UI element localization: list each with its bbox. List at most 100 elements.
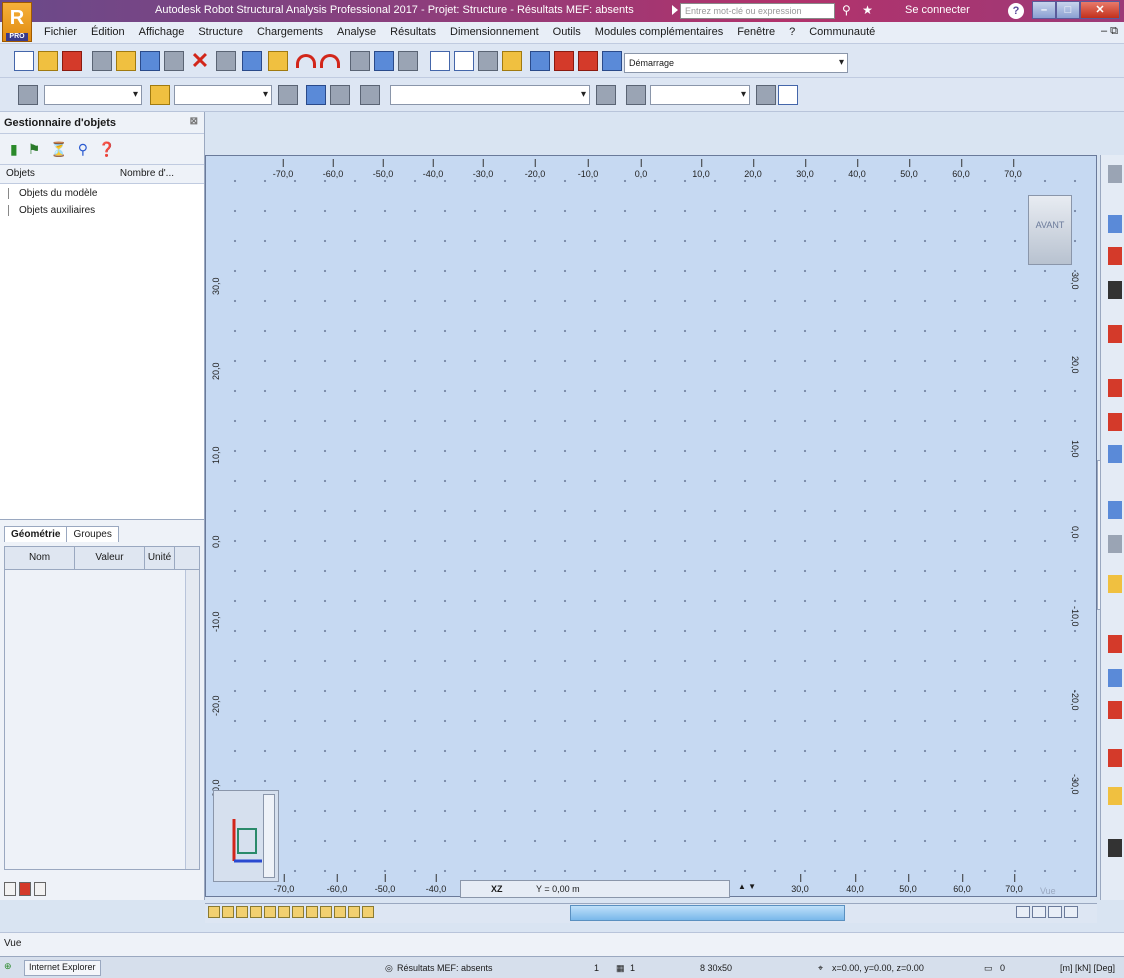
cut-icon[interactable]: [216, 51, 236, 71]
screen-capture-icon[interactable]: [140, 51, 160, 71]
view-option-icon[interactable]: [1064, 906, 1078, 918]
load-case-select[interactable]: [174, 85, 272, 105]
properties-icon[interactable]: [278, 85, 298, 105]
view-tool-icon[interactable]: [362, 906, 374, 918]
app-logo[interactable]: R PRO: [2, 2, 32, 42]
horizontal-scrollbar[interactable]: [570, 905, 845, 921]
plane-position[interactable]: Y = 0,00 m: [536, 884, 580, 894]
design-icon[interactable]: [1108, 787, 1122, 805]
binoculars-icon[interactable]: ⚲ ★: [842, 3, 877, 17]
view-icon[interactable]: [306, 85, 326, 105]
supports-icon[interactable]: [1108, 325, 1122, 343]
gizmo-scrollbar[interactable]: [263, 794, 275, 878]
menu-dimensionnement[interactable]: Dimensionnement: [450, 26, 539, 38]
layouts-icon[interactable]: [602, 51, 622, 71]
menu-chargements[interactable]: Chargements: [257, 26, 323, 38]
selection-select[interactable]: [44, 85, 142, 105]
materials-icon[interactable]: [1108, 413, 1122, 431]
view-tool-icon[interactable]: [292, 906, 304, 918]
delete-icon[interactable]: ✕: [190, 50, 210, 72]
menu-outils[interactable]: Outils: [553, 26, 581, 38]
display-icon[interactable]: [530, 51, 550, 71]
copy-icon[interactable]: [242, 51, 262, 71]
menu-analyse[interactable]: Analyse: [337, 26, 376, 38]
print-preview-icon[interactable]: [116, 51, 136, 71]
view-option-icon[interactable]: [1016, 906, 1030, 918]
open-file-icon[interactable]: [38, 51, 58, 71]
page-icon[interactable]: [4, 882, 16, 896]
view-tool-icon[interactable]: [250, 906, 262, 918]
sign-in-button[interactable]: Se connecter: [905, 4, 970, 16]
menu-fichier[interactable]: Fichier: [44, 26, 77, 38]
menu-resultats[interactable]: Résultats: [390, 26, 436, 38]
col-count[interactable]: Nombre d'...: [120, 168, 174, 183]
view-tool-icon[interactable]: [208, 906, 220, 918]
thickness-icon[interactable]: [1108, 535, 1122, 553]
print-composition-icon[interactable]: [164, 51, 184, 71]
save-icon[interactable]: [62, 51, 82, 71]
col-valeur[interactable]: Valeur: [75, 547, 145, 569]
paste-icon[interactable]: [268, 51, 288, 71]
pan-icon[interactable]: [478, 51, 498, 71]
graphic-view[interactable]: [205, 155, 1097, 897]
menu-communaute[interactable]: Communauté: [809, 26, 875, 38]
mdi-restore-icon[interactable]: – ⧉: [1101, 25, 1118, 38]
loads-icon[interactable]: [1108, 635, 1122, 653]
line-icon[interactable]: [1108, 281, 1122, 299]
rotate-icon[interactable]: [756, 85, 776, 105]
view-tool-icon[interactable]: [222, 906, 234, 918]
nodes-icon[interactable]: [1108, 215, 1122, 233]
analysis-icon[interactable]: [1108, 701, 1122, 719]
menu-fenetre[interactable]: Fenêtre: [737, 26, 775, 38]
view-option-icon[interactable]: [1032, 906, 1046, 918]
structure-icon[interactable]: ▮: [10, 141, 18, 158]
tree-item-model-objects[interactable]: Objets du modèle: [8, 188, 204, 199]
select-objects-icon[interactable]: ⏳: [50, 141, 67, 158]
help-button[interactable]: ?: [1008, 3, 1024, 19]
minimize-button[interactable]: –: [1032, 1, 1056, 19]
view-tool-icon[interactable]: [348, 906, 360, 918]
sections-icon[interactable]: [1108, 379, 1122, 397]
search-input[interactable]: Entrez mot-clé ou expression: [680, 3, 835, 19]
bars-icon[interactable]: [1108, 247, 1122, 265]
lock-icon[interactable]: [398, 51, 418, 71]
menu-help[interactable]: ?: [789, 26, 795, 38]
status-units[interactable]: [m] [kN] [Deg]: [1060, 963, 1115, 973]
menu-modules[interactable]: Modules complémentaires: [595, 26, 723, 38]
zoom-icon[interactable]: [430, 51, 450, 71]
results-icon[interactable]: [554, 51, 574, 71]
releases-icon[interactable]: [1108, 445, 1122, 463]
view-tool-icon[interactable]: [278, 906, 290, 918]
mesh-icon[interactable]: [1108, 575, 1122, 593]
help-icon[interactable]: ❓: [98, 141, 115, 158]
layout-select[interactable]: Démarrage: [624, 53, 848, 73]
export-icon[interactable]: [1108, 839, 1122, 857]
view-tool-icon[interactable]: [236, 906, 248, 918]
view-option-icon[interactable]: [1048, 906, 1062, 918]
col-nom[interactable]: Nom: [5, 547, 75, 569]
search-icon[interactable]: ⚲: [78, 141, 88, 158]
structure-type-icon[interactable]: [18, 85, 38, 105]
cases-icon[interactable]: [150, 85, 170, 105]
tables-icon[interactable]: [1108, 669, 1122, 687]
filter-icon[interactable]: [502, 51, 522, 71]
view-tool-icon[interactable]: [334, 906, 346, 918]
globe-icon[interactable]: ⊕: [4, 961, 12, 972]
zoom-window-icon[interactable]: [454, 51, 474, 71]
menu-edition[interactable]: Édition: [91, 26, 125, 38]
view-3d-icon[interactable]: [1108, 165, 1122, 183]
panels-icon[interactable]: [1108, 501, 1122, 519]
calculations-icon[interactable]: [374, 51, 394, 71]
bar-selection-icon[interactable]: [626, 85, 646, 105]
filter-objects-icon[interactable]: ⚑: [28, 141, 41, 158]
view-tool-icon[interactable]: [264, 906, 276, 918]
node-selection-select[interactable]: [390, 85, 590, 105]
search-expand-icon[interactable]: [672, 5, 678, 15]
split-icon[interactable]: [778, 85, 798, 105]
internet-explorer-button[interactable]: Internet Explorer: [24, 960, 101, 976]
redo-icon[interactable]: [320, 54, 340, 68]
tree-item-auxiliary-objects[interactable]: Objets auxiliaires: [8, 205, 204, 216]
bar-selection-select[interactable]: [650, 85, 750, 105]
view-tool-icon[interactable]: [320, 906, 332, 918]
undo-icon[interactable]: [296, 54, 316, 68]
